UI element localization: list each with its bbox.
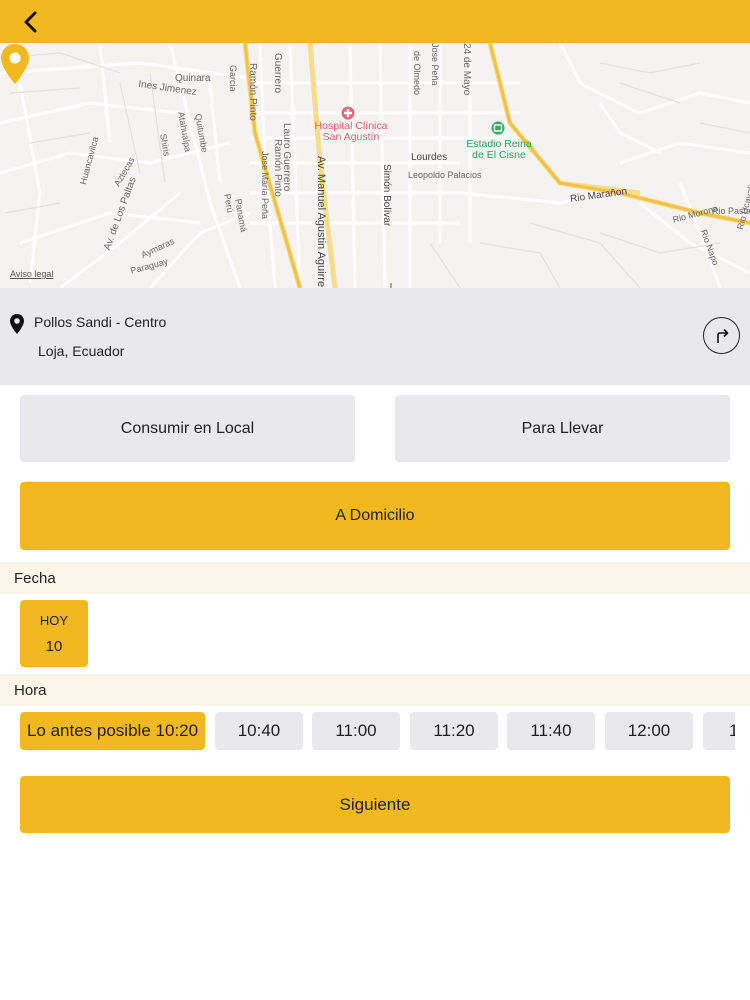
time-slot[interactable]: 11:00 <box>312 712 400 750</box>
date-section-header: Fecha <box>0 562 750 594</box>
location-panel: Pollos Sandi - Centro Loja, Ecuador <box>0 288 750 385</box>
map-view[interactable]: Quinara Ines Jimenez Ramón Pinto Guerrer… <box>0 43 750 288</box>
map-street-label: Simón Bolívar <box>381 164 392 227</box>
top-bar <box>0 0 750 43</box>
map-street-label: Quinara <box>175 73 211 84</box>
date-chip-day: 10 <box>45 637 63 655</box>
map-street-label: 24 de Mayo <box>461 43 472 96</box>
time-slot[interactable]: 12:00 <box>605 712 693 750</box>
map-street-label: Jose Peña <box>430 43 440 86</box>
time-section-label: Hora <box>14 681 47 699</box>
stadium-icon <box>491 121 505 135</box>
map-street-label: Garcia <box>228 65 238 92</box>
legal-notice-link[interactable]: Aviso legal <box>10 269 53 279</box>
map-street-label: Jose María Peña <box>260 151 270 220</box>
time-slot[interactable]: 10:40 <box>215 712 303 750</box>
map-pin-icon[interactable] <box>0 43 30 85</box>
date-chip-today[interactable]: HOY 10 <box>20 600 88 667</box>
dine-in-button[interactable]: Consumir en Local <box>20 395 355 462</box>
back-button[interactable] <box>14 6 48 38</box>
time-slot[interactable]: 12:20 <box>703 712 735 750</box>
directions-button[interactable] <box>703 317 740 354</box>
map-street-label: Leopoldo Palacios <box>408 170 482 180</box>
hospital-icon <box>341 106 355 120</box>
location-pin-icon <box>10 314 24 334</box>
takeaway-button[interactable]: Para Llevar <box>395 395 730 462</box>
date-section-label: Fecha <box>14 569 56 587</box>
time-section-header: Hora <box>0 674 750 706</box>
store-name: Pollos Sandi - Centro <box>34 314 167 330</box>
map-street-label: de Olmedo <box>412 51 422 96</box>
store-city: Loja, Ecuador <box>38 343 125 359</box>
map-street-label: Guerrero <box>272 53 283 94</box>
date-chip-weekday: HOY <box>39 612 69 628</box>
time-slot[interactable]: 11:40 <box>507 712 595 750</box>
time-slot[interactable]: 11:20 <box>410 712 498 750</box>
delivery-button[interactable]: A Domicilio <box>20 482 730 550</box>
map-street-label: Lourdes <box>411 152 448 163</box>
poi-stadium-label[interactable]: Estadio Reina de El Cisne <box>462 139 536 161</box>
poi-hospital-label[interactable]: Hospital Clínica San Agustín <box>306 121 396 143</box>
map-street-label: Ramón Pinto <box>272 139 283 197</box>
map-street-label: Av. Manuel Agustin Aguirre <box>315 156 327 288</box>
directions-arrow-icon <box>716 328 728 343</box>
chevron-left-icon <box>24 11 37 33</box>
map-street-label: Rio Pastaza <box>712 206 750 216</box>
time-slot-asap[interactable]: Lo antes posible 10:20 <box>20 712 205 750</box>
time-slot-list[interactable]: Lo antes posible 10:20 10:40 11:00 11:20… <box>20 712 735 752</box>
map-street-label: Ramón Pinto <box>247 63 258 121</box>
next-button[interactable]: Siguiente <box>20 776 730 833</box>
